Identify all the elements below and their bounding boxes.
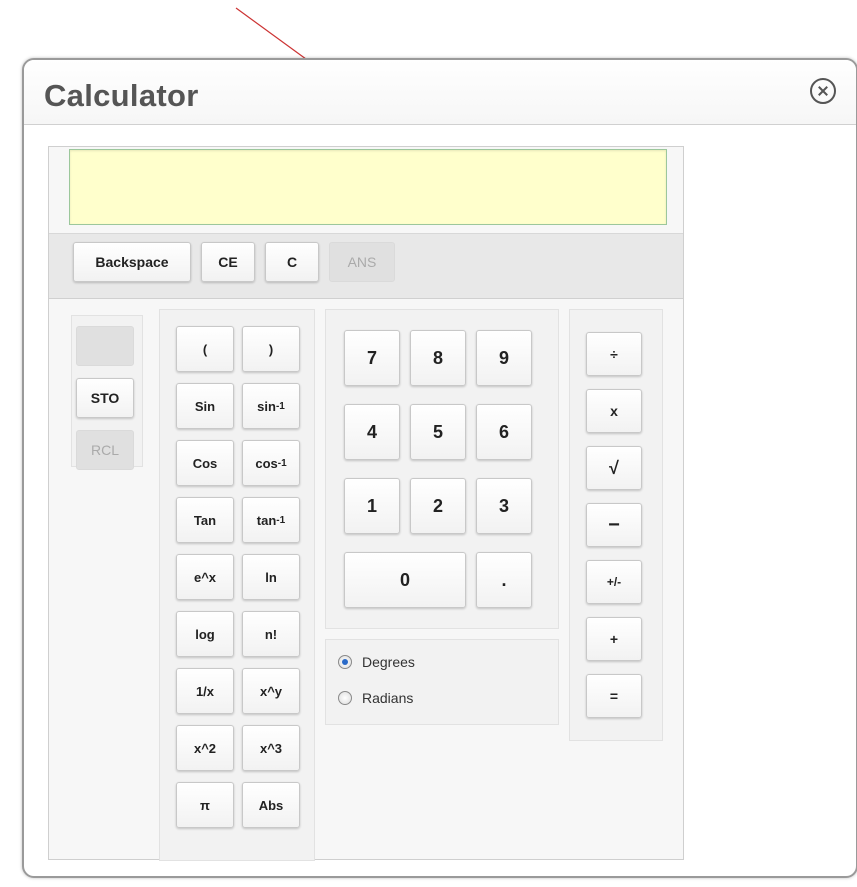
digit-3-button[interactable]: 3 (476, 478, 532, 534)
open-paren-button[interactable]: ( (176, 326, 234, 372)
answer-button[interactable]: ANS (329, 242, 395, 282)
recall-button[interactable]: RCL (76, 430, 134, 470)
tan-button[interactable]: Tan (176, 497, 234, 543)
degrees-option[interactable]: Degrees (338, 654, 415, 670)
square-button[interactable]: x^2 (176, 725, 234, 771)
radians-option[interactable]: Radians (338, 690, 413, 706)
abs-button[interactable]: Abs (242, 782, 300, 828)
memory-display (76, 326, 134, 366)
clear-button[interactable]: C (265, 242, 319, 282)
degrees-label: Degrees (362, 654, 415, 670)
operator-panel: ÷ x √ − +/- + = (569, 309, 663, 741)
log-button[interactable]: log (176, 611, 234, 657)
factorial-button[interactable]: n! (242, 611, 300, 657)
add-button[interactable]: + (586, 617, 642, 661)
divide-button[interactable]: ÷ (586, 332, 642, 376)
exp-button[interactable]: e^x (176, 554, 234, 600)
cube-button[interactable]: x^3 (242, 725, 300, 771)
digit-5-button[interactable]: 5 (410, 404, 466, 460)
function-panel: ( ) Sin sin -1 Cos cos -1 Tan tan -1 e^x ln… (159, 309, 315, 861)
power-button[interactable]: x^y (242, 668, 300, 714)
reciprocal-button[interactable]: 1/x (176, 668, 234, 714)
close-paren-button[interactable]: ) (242, 326, 300, 372)
negate-button[interactable]: +/- (586, 560, 642, 604)
top-button-bar: Backspace CE C ANS (49, 233, 683, 299)
memory-panel: STO RCL (71, 315, 143, 470)
digit-2-button[interactable]: 2 (410, 478, 466, 534)
calculator-window: Calculator Backspace CE C ANS STO RCL ( … (22, 58, 857, 878)
digit-7-button[interactable]: 7 (344, 330, 400, 386)
angle-mode-panel: Degrees Radians (325, 639, 559, 725)
calculator-display[interactable] (69, 149, 667, 225)
equals-button[interactable]: = (586, 674, 642, 718)
digit-9-button[interactable]: 9 (476, 330, 532, 386)
cos-button[interactable]: Cos (176, 440, 234, 486)
radians-label: Radians (362, 690, 414, 706)
backspace-button[interactable]: Backspace (73, 242, 191, 282)
sin-button[interactable]: Sin (176, 383, 234, 429)
close-icon[interactable] (810, 78, 836, 104)
calculator-body: Backspace CE C ANS STO RCL ( ) Sin sin -1… (48, 146, 684, 861)
digit-1-button[interactable]: 1 (344, 478, 400, 534)
arccos-button[interactable]: cos -1 (242, 440, 300, 486)
arcsin-button[interactable]: sin -1 (242, 383, 300, 429)
ln-button[interactable]: ln (242, 554, 300, 600)
square-root-button[interactable]: √ (586, 446, 642, 490)
subtract-button[interactable]: − (586, 503, 642, 547)
digit-6-button[interactable]: 6 (476, 404, 532, 460)
arctan-button[interactable]: tan -1 (242, 497, 300, 543)
window-title: Calculator (44, 78, 199, 113)
digit-0-button[interactable]: 0 (344, 552, 466, 608)
radians-radio[interactable] (338, 691, 352, 705)
pi-button[interactable]: π (176, 782, 234, 828)
digit-8-button[interactable]: 8 (410, 330, 466, 386)
degrees-radio[interactable] (338, 655, 352, 669)
digit-panel: 7 8 9 4 5 6 1 2 3 0 . (325, 309, 559, 629)
digit-4-button[interactable]: 4 (344, 404, 400, 460)
decimal-point-button[interactable]: . (476, 552, 532, 608)
title-bar: Calculator (24, 60, 856, 125)
clear-entry-button[interactable]: CE (201, 242, 255, 282)
multiply-button[interactable]: x (586, 389, 642, 433)
store-button[interactable]: STO (76, 378, 134, 418)
